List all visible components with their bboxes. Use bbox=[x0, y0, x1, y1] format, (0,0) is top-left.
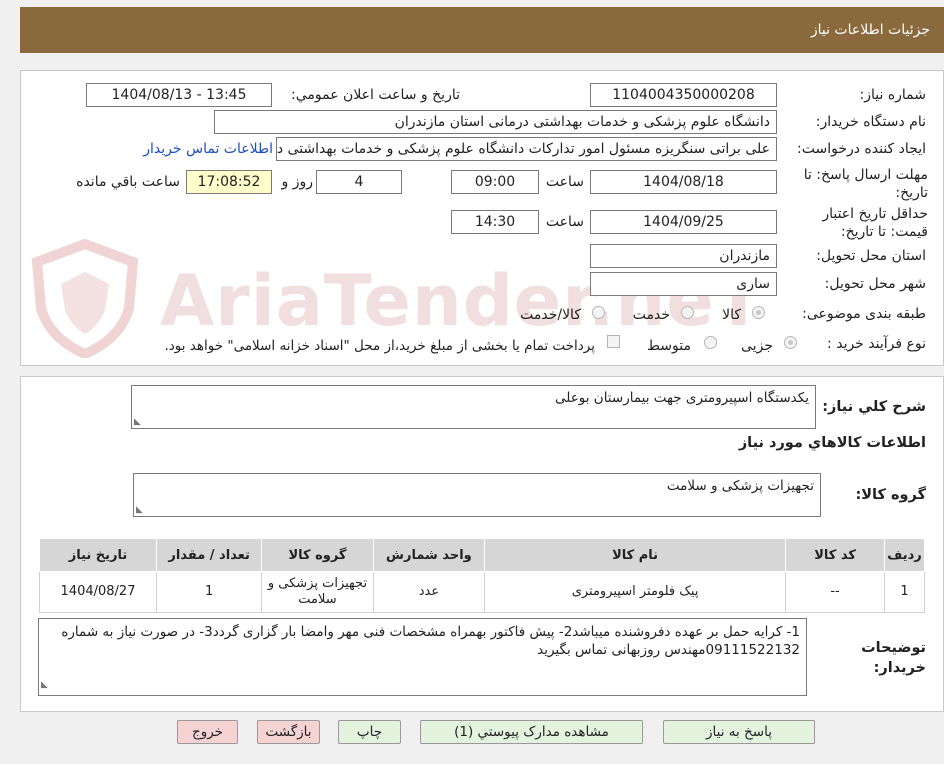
process-option-minor: جزیی bbox=[741, 338, 773, 354]
table-header-row: ردیف کد کالا نام کالا واحد شمارش گروه کا… bbox=[38, 538, 925, 572]
description-textarea[interactable]: یکدستگاه اسپیرومتری جهت بیمارستان بوعلی … bbox=[131, 385, 816, 429]
exit-button[interactable]: خروج bbox=[177, 720, 238, 744]
deadline-label: مهلت ارسال پاسخ: تا تاریخ: bbox=[803, 167, 928, 201]
col-header-row-number: ردیف bbox=[884, 538, 925, 572]
category-label: طبقه بندی موضوعی: bbox=[802, 306, 926, 322]
province-field: مازندران bbox=[590, 244, 777, 268]
category-option-goods: کالا bbox=[722, 307, 741, 323]
description-value: یکدستگاه اسپیرومتری جهت بیمارستان بوعلی bbox=[554, 390, 809, 406]
reply-button[interactable]: پاسخ به نیاز bbox=[663, 720, 815, 744]
buyer-notes-value: 1- کرایه حمل بر عهده دفروشنده میباشد2- پ… bbox=[61, 624, 800, 658]
process-label: نوع فرآیند خرید : bbox=[827, 336, 926, 352]
requester-label: ایجاد کننده درخواست: bbox=[797, 141, 926, 157]
remaining-time-label: ساعت باقي مانده bbox=[76, 174, 180, 190]
treasury-payment-checkbox[interactable] bbox=[607, 335, 620, 348]
process-radio-medium[interactable] bbox=[704, 336, 717, 349]
goods-group-textarea[interactable]: تجهیزات پزشکی و سلامت ◢ bbox=[133, 473, 821, 517]
col-header-need-date: تاریخ نیاز bbox=[38, 538, 158, 572]
category-option-goods-service: کالا/خدمت bbox=[520, 307, 581, 323]
resize-grip-icon: ◢ bbox=[134, 417, 141, 427]
back-button[interactable]: بازگشت bbox=[257, 720, 320, 744]
cell-unit: عدد bbox=[372, 571, 486, 613]
col-header-item-name: نام کالا bbox=[484, 538, 787, 572]
goods-section-title: اطلاعات كالاهاي مورد نیاز bbox=[738, 435, 926, 451]
col-header-item-code: کد کالا bbox=[785, 538, 886, 572]
buyer-notes-label: توضیحات خریدار: bbox=[861, 640, 926, 676]
requester-field: علی براتی سنگریزه مسئول امور تدارکات دان… bbox=[276, 137, 777, 161]
process-radio-minor[interactable] bbox=[784, 336, 797, 349]
city-label: شهر محل تحویل: bbox=[824, 276, 926, 292]
deadline-time-label: ساعت bbox=[545, 174, 584, 190]
validity-time-field: 14:30 bbox=[451, 210, 539, 234]
announce-field: 1404/08/13 - 13:45 bbox=[86, 83, 272, 107]
cell-need-date: 1404/08/27 bbox=[38, 571, 158, 613]
validity-date-field: 1404/09/25 bbox=[590, 210, 777, 234]
buyer-notes-textarea[interactable]: 1- کرایه حمل بر عهده دفروشنده میباشد2- پ… bbox=[38, 618, 807, 696]
buyer-org-label: نام دستگاه خریدار: bbox=[815, 114, 926, 130]
cell-item-code: -- bbox=[785, 571, 886, 613]
goods-group-label: گروه کالا: bbox=[855, 487, 926, 503]
days-label: روز و bbox=[281, 174, 314, 190]
process-option-medium: متوسط bbox=[647, 338, 691, 354]
remaining-days-field: 4 bbox=[316, 170, 402, 194]
buyer-contact-link[interactable]: اطلاعات تماس خریدار bbox=[143, 141, 273, 157]
print-button[interactable]: چاپ bbox=[338, 720, 401, 744]
deadline-date-field: 1404/08/18 bbox=[590, 170, 777, 194]
resize-grip-icon: ◢ bbox=[41, 680, 48, 690]
validity-time-label: ساعت bbox=[545, 214, 584, 230]
description-label: شرح کلي نیاز: bbox=[822, 399, 926, 415]
treasury-payment-note: پرداخت تمام یا بخشی از مبلغ خرید،از محل … bbox=[164, 338, 595, 354]
cell-item-name: پیک فلومتر اسپیرومتری bbox=[484, 571, 787, 613]
goods-group-value: تجهیزات پزشکی و سلامت bbox=[666, 478, 814, 494]
remaining-time-field: 17:08:52 bbox=[186, 170, 272, 194]
page-title: جزئیات اطلاعات نیاز bbox=[810, 22, 930, 38]
validity-label: حداقل تاریخ اعتبار قیمت: تا تاریخ: bbox=[822, 206, 928, 240]
col-header-quantity: تعداد / مقدار bbox=[156, 538, 263, 572]
cell-group: تجهیزات پزشکی و سلامت bbox=[261, 571, 374, 613]
need-number-field: 1104004350000208 bbox=[590, 83, 777, 107]
deadline-time-field: 09:00 bbox=[451, 170, 539, 194]
category-radio-goods-service[interactable] bbox=[592, 306, 605, 319]
need-number-label: شماره نیاز: bbox=[859, 87, 927, 103]
buyer-org-field: دانشگاه علوم پزشکی و خدمات بهداشتی درمان… bbox=[214, 110, 777, 134]
cell-quantity: 1 bbox=[156, 571, 263, 613]
category-radio-service[interactable] bbox=[681, 306, 694, 319]
cell-row-number: 1 bbox=[884, 571, 925, 613]
category-radio-goods[interactable] bbox=[752, 306, 765, 319]
goods-table: ردیف کد کالا نام کالا واحد شمارش گروه کا… bbox=[38, 538, 925, 613]
resize-grip-icon: ◢ bbox=[136, 505, 143, 515]
city-field: ساری bbox=[590, 272, 777, 296]
category-option-service: خدمت bbox=[632, 307, 670, 323]
view-attachments-button[interactable]: مشاهده مدارک پیوستي (1) bbox=[420, 720, 643, 744]
announce-label: تاریخ و ساعت اعلان عمومي: bbox=[291, 87, 460, 103]
province-label: استان محل تحویل: bbox=[816, 248, 926, 264]
col-header-group: گروه کالا bbox=[261, 538, 374, 572]
col-header-unit: واحد شمارش bbox=[372, 538, 486, 572]
page-header: جزئیات اطلاعات نیاز bbox=[20, 7, 944, 53]
table-row: 1 -- پیک فلومتر اسپیرومتری عدد تجهیزات پ… bbox=[38, 571, 925, 613]
